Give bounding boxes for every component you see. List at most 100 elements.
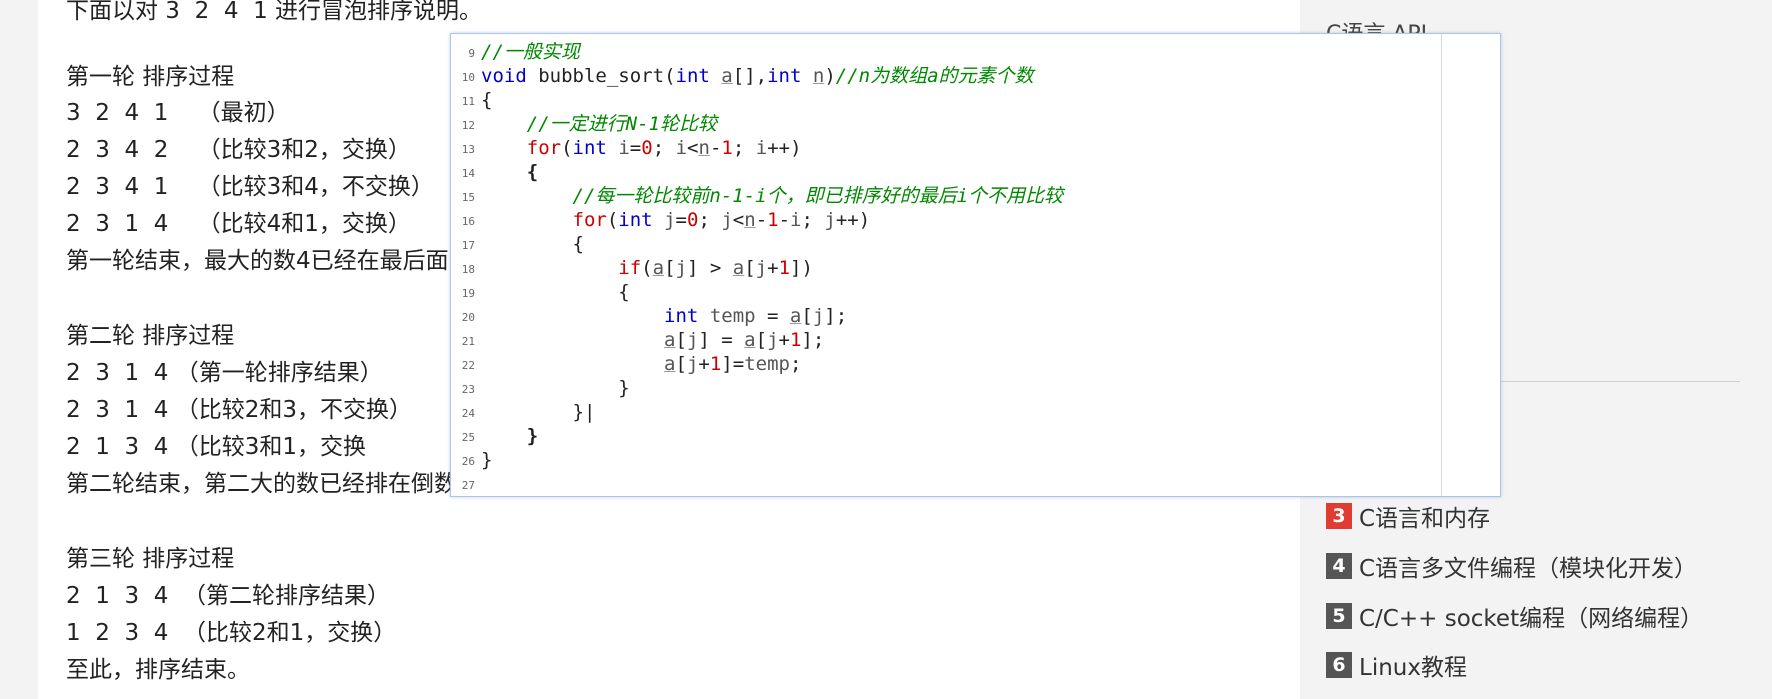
line-number: 23 <box>461 383 475 396</box>
code-line: 23 } <box>451 376 1436 400</box>
sidebar-link-socket[interactable]: 5 C/C++ socket编程（网络编程） <box>1326 600 1703 632</box>
identifier: j <box>812 305 825 327</box>
line-number: 19 <box>461 287 475 300</box>
intro-text: 下面以对 3 2 4 1 进行冒泡排序说明。 <box>66 0 483 24</box>
number-literal: 0 <box>686 209 699 231</box>
number-literal: 1 <box>767 209 779 231</box>
round1-line-4: 2 3 1 4 （比较4和1，交换） <box>66 211 411 237</box>
identifier: a <box>789 305 802 327</box>
sidebar-link-linux[interactable]: 6 Linux教程 <box>1326 649 1467 681</box>
code-line: 15 //每一轮比较前n-1-i个，即已排序好的最后i个不用比较 <box>451 184 1436 208</box>
line-number: 27 <box>461 479 475 492</box>
identifier: a <box>721 65 733 87</box>
identifier: j <box>767 329 779 351</box>
line-number: 25 <box>461 431 475 444</box>
identifier: j <box>686 329 699 351</box>
line-number: 22 <box>461 359 475 372</box>
code-comment: //一定进行N-1轮比较 <box>526 113 717 135</box>
identifier: n <box>812 65 825 87</box>
identifier: a <box>744 329 756 351</box>
round2-line-1: 2 3 1 4 （第一轮排序结果） <box>66 360 383 386</box>
round1-line-3: 2 3 4 1 （比较3和4，不交换） <box>66 174 434 200</box>
round1-title: 第一轮 排序过程 <box>66 64 235 90</box>
number-literal: 1 <box>789 329 802 351</box>
keyword: if <box>618 257 642 279</box>
round3-line-2: 1 2 3 4 （比较2和1，交换） <box>66 620 397 646</box>
line-number: 13 <box>461 143 475 156</box>
sidebar-link-c-memory[interactable]: 3 C语言和内存 <box>1326 500 1490 532</box>
identifier: j <box>675 257 687 279</box>
keyword: for <box>572 209 607 231</box>
line-number: 16 <box>461 215 475 228</box>
sidebar-link-label: C语言多文件编程（模块化开发） <box>1359 556 1698 582</box>
identifier: j <box>664 209 676 231</box>
identifier: i <box>675 137 688 159</box>
code-line: 21 a[j] = a[j+1]; <box>451 328 1436 352</box>
round1-line-1: 3 2 4 1 （最初） <box>66 100 290 126</box>
line-number: 11 <box>461 95 475 108</box>
keyword: void <box>481 65 527 87</box>
round2-line-3: 2 1 3 4 （比较3和1，交换 <box>66 434 366 460</box>
identifier: i <box>790 209 802 231</box>
line-number: 15 <box>461 191 475 204</box>
identifier: a <box>664 353 676 375</box>
identifier: a <box>664 329 676 351</box>
number-badge: 6 <box>1326 652 1352 678</box>
code-line: 26 } <box>451 448 1436 472</box>
line-number: 24 <box>461 407 475 420</box>
round3-line-1: 2 1 3 4 （第二轮排序结果） <box>66 583 391 609</box>
code-line: 10 void bubble_sort(int a[],int n)//n为数组… <box>451 64 1436 88</box>
identifier: j <box>824 209 836 231</box>
code-popup[interactable]: 9 //一般实现 10 void bubble_sort(int a[],int… <box>450 33 1501 497</box>
identifier: i <box>618 137 630 159</box>
identifier: j <box>686 353 699 375</box>
code-line: 22 a[j+1]=temp; <box>451 352 1436 376</box>
identifier: n <box>698 137 710 159</box>
identifier: j <box>721 209 733 231</box>
identifier: a <box>652 257 665 279</box>
line-number: 20 <box>461 311 475 324</box>
code-line: 24 }| <box>451 400 1436 424</box>
round3-title: 第三轮 排序过程 <box>66 546 235 572</box>
code-line: 25 } <box>451 424 1436 448</box>
code-line: 19 { <box>451 280 1436 304</box>
number-literal: 1 <box>778 257 791 279</box>
code-line: 27 <box>451 472 1436 496</box>
number-badge: 3 <box>1326 503 1352 529</box>
line-number: 26 <box>461 455 475 468</box>
code-line: 11 { <box>451 88 1436 112</box>
number-literal: 1 <box>709 353 722 375</box>
keyword: int <box>767 65 802 87</box>
number-badge: 4 <box>1326 553 1352 579</box>
sidebar-link-c-multifile[interactable]: 4 C语言多文件编程（模块化开发） <box>1326 550 1697 582</box>
round1-line-2: 2 3 4 2 （比较3和2，交换） <box>66 137 411 163</box>
line-number: 10 <box>461 71 475 84</box>
code-comment: //每一轮比较前n-1-i个，即已排序好的最后i个不用比较 <box>572 185 1064 207</box>
number-badge: 5 <box>1326 603 1352 629</box>
code-comment: //n为数组a的元素个数 <box>835 65 1034 87</box>
round2-title: 第二轮 排序过程 <box>66 323 235 349</box>
identifier: j <box>755 257 768 279</box>
line-number: 14 <box>461 167 475 180</box>
code-line: 18 if(a[j] > a[j+1]) <box>451 256 1436 280</box>
identifier: i <box>755 137 768 159</box>
number-literal: 1 <box>721 137 733 159</box>
round2-line-2: 2 3 1 4 （比较2和3，不交换） <box>66 397 412 423</box>
keyword: for <box>526 137 562 159</box>
keyword: int <box>572 137 607 159</box>
code-line: 14 { <box>451 160 1436 184</box>
sidebar-link-label: Linux教程 <box>1359 655 1467 681</box>
function-name: bubble_sort <box>538 65 665 87</box>
keyword: int <box>664 305 699 327</box>
keyword: int <box>675 65 710 87</box>
keyword: int <box>618 209 653 231</box>
line-number: 17 <box>461 239 475 252</box>
code-comment: //一般实现 <box>481 41 580 63</box>
identifier: temp <box>709 305 756 327</box>
code-line: 16 for(int j=0; j<n-1-i; j++) <box>451 208 1436 232</box>
identifier: temp <box>744 353 790 375</box>
identifier: a <box>732 257 745 279</box>
line-number: 12 <box>461 119 475 132</box>
code-line: 17 { <box>451 232 1436 256</box>
line-number: 9 <box>468 47 475 60</box>
